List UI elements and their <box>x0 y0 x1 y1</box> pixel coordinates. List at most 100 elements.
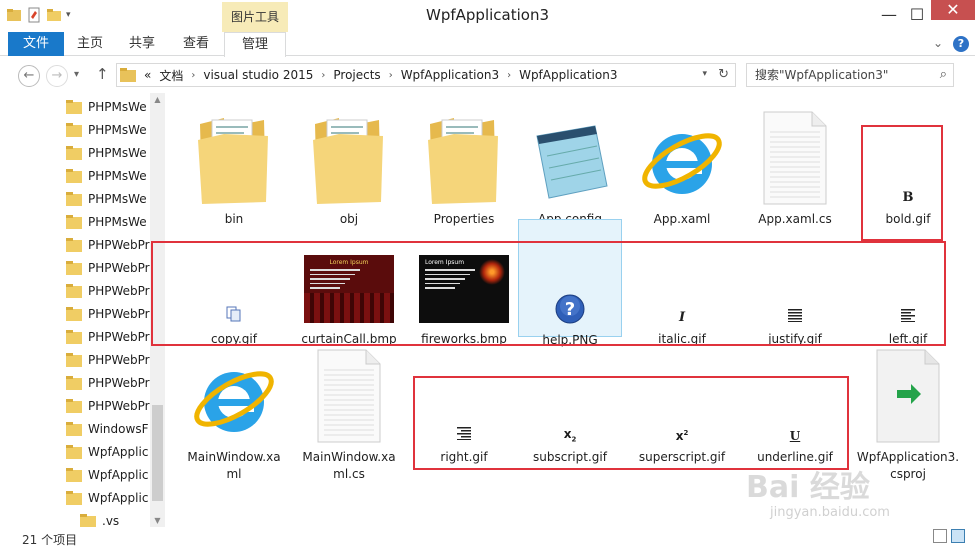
file-item[interactable]: x2 superscript.gif <box>630 337 734 466</box>
address-bar[interactable]: « 文档 › visual studio 2015 › Projects › W… <box>116 63 736 87</box>
up-button[interactable]: ↑ <box>96 65 109 83</box>
quick-access-toolbar: ▾ <box>6 7 71 23</box>
view-switcher <box>933 529 965 543</box>
file-thumbnail: I <box>630 219 734 329</box>
breadcrumb-solution[interactable]: WpfApplication3 <box>401 68 499 82</box>
scroll-thumb[interactable] <box>152 405 163 501</box>
file-item[interactable]: copy.gif <box>182 219 286 348</box>
address-prefix[interactable]: « <box>144 68 151 82</box>
maximize-button[interactable]: ☐ <box>903 0 931 30</box>
nav-item[interactable]: PHPWebPr <box>66 233 152 256</box>
nav-item[interactable]: PHPWebPr <box>66 348 152 371</box>
breadcrumb-project[interactable]: WpfApplication3 <box>519 68 617 82</box>
tab-home[interactable]: 主页 <box>66 32 114 56</box>
large-icons-view-icon[interactable] <box>951 529 965 543</box>
nav-item[interactable]: PHPWebPr <box>66 371 152 394</box>
expand-ribbon-icon[interactable]: ⌄ <box>933 36 943 52</box>
file-item[interactable]: App.xaml.cs <box>743 99 847 228</box>
file-item[interactable]: Iitalic.gif <box>630 219 734 348</box>
file-item[interactable]: left.gif <box>856 219 960 348</box>
file-item[interactable]: MainWindow.xaml.cs <box>297 337 401 483</box>
folder-icon <box>66 145 82 160</box>
slide-text-line <box>310 269 360 271</box>
file-item[interactable]: right.gif <box>412 337 516 466</box>
details-view-icon[interactable] <box>933 529 947 543</box>
file-name: WpfApplication3.csproj <box>856 450 960 481</box>
search-input[interactable]: 搜索"WpfApplication3" ⌕ <box>746 63 954 87</box>
csproj-icon <box>873 348 943 447</box>
file-item[interactable]: App.xaml <box>630 99 734 228</box>
file-item[interactable]: Properties <box>412 99 516 228</box>
nav-item[interactable]: PHPWebPr <box>66 279 152 302</box>
nav-item-label: PHPMsWe <box>88 168 147 183</box>
file-item[interactable]: Lorem Ipsum curtainCall.bmp <box>297 219 401 348</box>
nav-item[interactable]: PHPWebPr <box>66 394 152 417</box>
search-icon[interactable]: ⌕ <box>940 64 947 86</box>
recent-locations-icon[interactable]: ▾ <box>74 69 79 80</box>
nav-item[interactable]: PHPMsWe <box>66 118 152 141</box>
file-item[interactable]: justify.gif <box>743 219 847 348</box>
folder-icon <box>66 421 82 436</box>
breadcrumb-documents[interactable]: 文档 <box>159 67 183 84</box>
address-row: ← → ▾ ↑ « 文档 › visual studio 2015 › Proj… <box>0 57 975 93</box>
refresh-icon[interactable]: ↻ <box>718 67 729 82</box>
tab-view[interactable]: 查看 <box>172 32 220 56</box>
qat-dropdown-icon[interactable]: ▾ <box>66 10 71 20</box>
forward-button[interactable]: → <box>46 65 68 87</box>
chevron-right-icon[interactable]: › <box>321 70 325 81</box>
folder-icon <box>66 306 82 321</box>
nav-item[interactable]: WpfApplic <box>66 440 152 463</box>
nav-item-label: PHPMsWe <box>88 191 147 206</box>
slide-thumbnail: Lorem Ipsum <box>419 255 509 323</box>
file-thumbnail: x2 <box>518 337 622 447</box>
nav-item[interactable]: PHPWebPr <box>66 302 152 325</box>
file-thumbnail <box>743 219 847 329</box>
file-item[interactable]: App.config <box>518 99 622 228</box>
tab-manage[interactable]: 管理 <box>224 32 286 57</box>
file-item[interactable]: ? help.PNG <box>518 219 622 347</box>
breadcrumb-projects[interactable]: Projects <box>333 68 380 82</box>
file-item[interactable]: Bbold.gif <box>856 99 960 228</box>
nav-item[interactable]: PHPWebPr <box>66 325 152 348</box>
properties-icon[interactable] <box>26 7 42 23</box>
navigation-pane: ▲ ▼ PHPMsWe PHPMsWe PHPMsWe PHPMsWe PHPMsWe P… <box>0 93 165 527</box>
nav-item[interactable]: PHPMsWe <box>66 187 152 210</box>
file-item[interactable]: obj <box>297 99 401 228</box>
breadcrumb-visual-studio[interactable]: visual studio 2015 <box>203 68 313 82</box>
nav-scrollbar[interactable]: ▲ ▼ <box>150 93 165 527</box>
copy-icon <box>226 306 242 325</box>
back-button[interactable]: ← <box>18 65 40 87</box>
help-icon[interactable]: ? <box>953 36 969 52</box>
nav-item[interactable]: PHPMsWe <box>66 141 152 164</box>
scroll-up-icon[interactable]: ▲ <box>150 95 165 104</box>
file-name: MainWindow.xaml <box>187 450 281 481</box>
nav-item[interactable]: PHPMsWe <box>66 95 152 118</box>
slide-text-line <box>425 278 465 280</box>
file-thumbnail <box>856 337 960 447</box>
file-item[interactable]: bin <box>182 99 286 228</box>
file-item[interactable]: WpfApplication3.csproj <box>856 337 960 483</box>
chevron-right-icon[interactable]: › <box>507 70 511 81</box>
nav-item[interactable]: PHPMsWe <box>66 210 152 233</box>
chevron-right-icon[interactable]: › <box>389 70 393 81</box>
close-button[interactable]: ✕ <box>931 0 975 20</box>
file-item[interactable]: x2 subscript.gif <box>518 337 622 466</box>
nav-item[interactable]: PHPWebPr <box>66 256 152 279</box>
nav-item[interactable]: PHPMsWe <box>66 164 152 187</box>
nav-item[interactable]: WindowsF <box>66 417 152 440</box>
minimize-button[interactable]: — <box>875 0 903 30</box>
tab-file[interactable]: 文件 <box>8 32 64 56</box>
file-item[interactable]: MainWindow.xaml <box>182 337 286 483</box>
nav-item[interactable]: .vs <box>80 509 165 527</box>
address-dropdown-icon[interactable]: ▾ <box>702 69 707 79</box>
new-folder-icon[interactable] <box>46 7 62 23</box>
nav-item[interactable]: WpfApplic <box>66 463 152 486</box>
slide-text-line <box>310 282 345 284</box>
folder-icon <box>66 467 82 482</box>
tab-share[interactable]: 共享 <box>118 32 166 56</box>
file-item[interactable]: Uunderline.gif <box>743 337 847 466</box>
window-title: WpfApplication3 <box>426 6 549 24</box>
nav-item[interactable]: WpfApplic <box>66 486 152 509</box>
chevron-right-icon[interactable]: › <box>191 70 195 81</box>
file-item[interactable]: Lorem Ipsum fireworks.bmp <box>412 219 516 348</box>
